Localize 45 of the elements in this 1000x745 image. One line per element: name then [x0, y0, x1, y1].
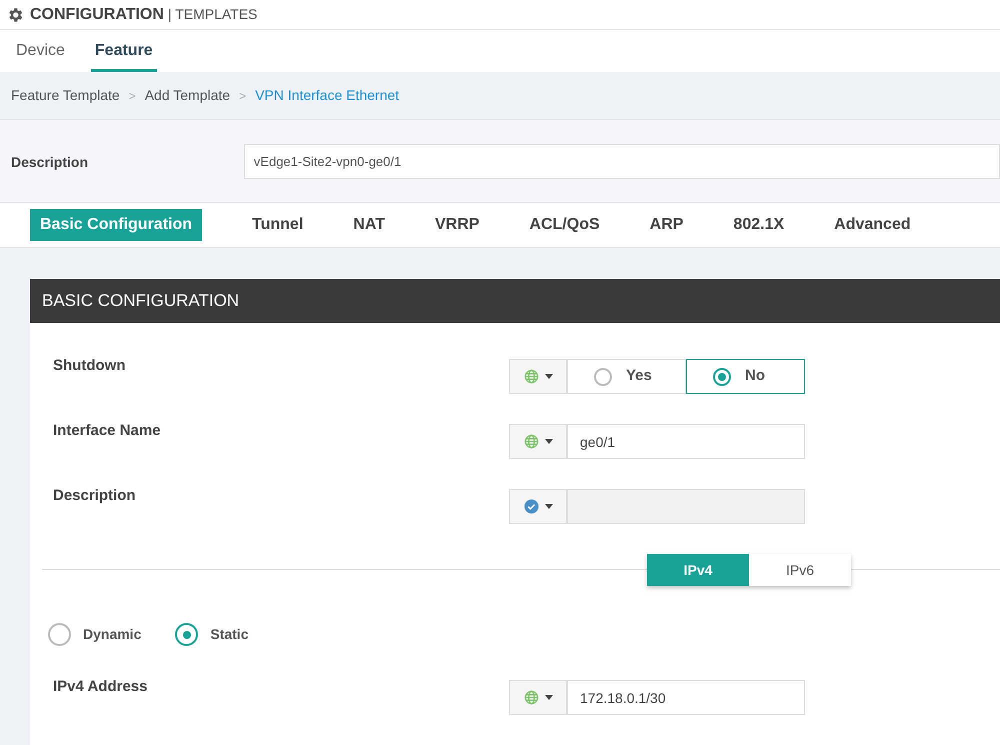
field-label: Interface Name	[53, 421, 162, 441]
scope-dropdown[interactable]	[509, 680, 567, 715]
caret-icon	[544, 695, 552, 700]
radio-button[interactable]	[175, 623, 198, 646]
caret-icon	[544, 374, 552, 379]
radio-option[interactable]: No	[686, 359, 805, 394]
panel-header: BASIC CONFIGURATION	[30, 279, 1000, 323]
section-tab[interactable]: ACL/QoS	[529, 209, 600, 241]
description-input[interactable]: vEdge1-Site2-vpn0-ge0/1	[244, 144, 1000, 178]
section-tab[interactable]: 802.1X	[733, 209, 784, 241]
caret-icon	[544, 439, 552, 444]
check-circle-icon	[524, 499, 538, 514]
globe-icon	[524, 690, 538, 705]
field-label: Shutdown	[53, 356, 126, 376]
radio-button[interactable]	[594, 368, 612, 386]
field-label: IPv4 Address	[53, 677, 148, 697]
section-tab[interactable]: NAT	[353, 209, 385, 241]
radio-label: Dynamic	[83, 625, 142, 644]
section-tab[interactable]: Tunnel	[252, 209, 304, 241]
ip-version-toggle[interactable]: IPv6	[749, 554, 851, 586]
text-input[interactable]: 172.18.0.1/30	[567, 680, 805, 715]
section-tab[interactable]: Advanced	[834, 209, 911, 241]
breadcrumb-link[interactable]: Feature Template	[11, 85, 120, 106]
radio-label: Static	[210, 625, 248, 644]
section-tab[interactable]: VRRP	[434, 209, 480, 241]
globe-icon	[524, 434, 538, 449]
globe-icon	[524, 369, 538, 384]
breadcrumb-separator: >	[128, 88, 136, 104]
scope-dropdown[interactable]	[509, 424, 567, 459]
radio-option[interactable]: Yes	[567, 359, 686, 394]
page-title: CONFIGURATION	[30, 4, 164, 24]
radio-label: No	[745, 366, 765, 386]
radio-button[interactable]	[713, 368, 731, 386]
radio-button[interactable]	[48, 623, 71, 646]
section-tab[interactable]: ARP	[650, 209, 684, 241]
scope-dropdown[interactable]	[509, 359, 567, 394]
caret-icon	[544, 504, 552, 509]
tab[interactable]: Device	[6, 32, 75, 72]
field-label: Description	[53, 486, 137, 506]
field-label: Description	[11, 152, 90, 172]
page-subtitle: | TEMPLATES	[168, 5, 258, 24]
radio-label: Yes	[626, 366, 652, 386]
breadcrumb-link[interactable]: Add Template	[144, 85, 230, 106]
breadcrumb-separator: >	[239, 88, 246, 104]
text-input[interactable]: ge0/1	[567, 424, 805, 459]
